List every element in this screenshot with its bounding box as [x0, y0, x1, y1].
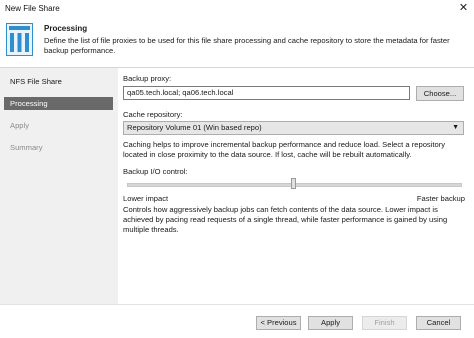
- lower-impact-label: Lower impact: [123, 194, 169, 203]
- backup-io-slider[interactable]: [123, 178, 464, 190]
- cache-repository-help: Caching helps to improve incremental bac…: [123, 140, 446, 159]
- backup-proxy-field[interactable]: qa05.tech.local; qa06.tech.local: [123, 86, 410, 100]
- processing-panel: Backup proxy: qa05.tech.local; qa06.tech…: [118, 68, 474, 304]
- window-title: New File Share: [5, 4, 60, 13]
- cancel-button[interactable]: Cancel: [416, 316, 461, 330]
- file-share-icon: [6, 23, 33, 56]
- backup-io-help: Controls how aggressively backup jobs ca…: [123, 205, 448, 234]
- close-icon[interactable]: ✕: [455, 1, 472, 15]
- sidebar-item-apply: Apply: [10, 121, 29, 130]
- title-bar: New File Share ✕: [0, 0, 474, 17]
- wizard-steps: NFS File Share Processing Apply Summary: [0, 68, 118, 304]
- sidebar-item-summary: Summary: [10, 143, 43, 152]
- page-description: Define the list of file proxies to be us…: [44, 36, 450, 55]
- new-file-share-window: New File Share ✕ Processing Define the l…: [0, 0, 474, 338]
- page-title: Processing: [44, 24, 88, 33]
- sidebar-item-nfs-file-share[interactable]: NFS File Share: [4, 75, 113, 88]
- apply-button[interactable]: Apply: [308, 316, 353, 330]
- backup-proxy-label: Backup proxy:: [123, 74, 172, 83]
- cache-repository-value: Repository Volume 01 (Win based repo): [127, 123, 262, 132]
- finish-button: Finish: [362, 316, 407, 330]
- cache-repository-select[interactable]: Repository Volume 01 (Win based repo) ▼: [123, 121, 464, 135]
- wizard-footer: < Previous Apply Finish Cancel: [0, 304, 474, 338]
- choose-button[interactable]: Choose...: [416, 86, 464, 101]
- backup-io-label: Backup I/O control:: [123, 167, 188, 176]
- chevron-down-icon: ▼: [452, 124, 459, 131]
- faster-backup-label: Faster backup: [416, 194, 465, 203]
- sidebar-item-processing[interactable]: Processing: [4, 97, 113, 110]
- previous-button[interactable]: < Previous: [256, 316, 301, 330]
- cache-repository-label: Cache repository:: [123, 110, 183, 119]
- slider-thumb[interactable]: [291, 178, 296, 189]
- page-header: Processing Define the list of file proxi…: [0, 17, 474, 68]
